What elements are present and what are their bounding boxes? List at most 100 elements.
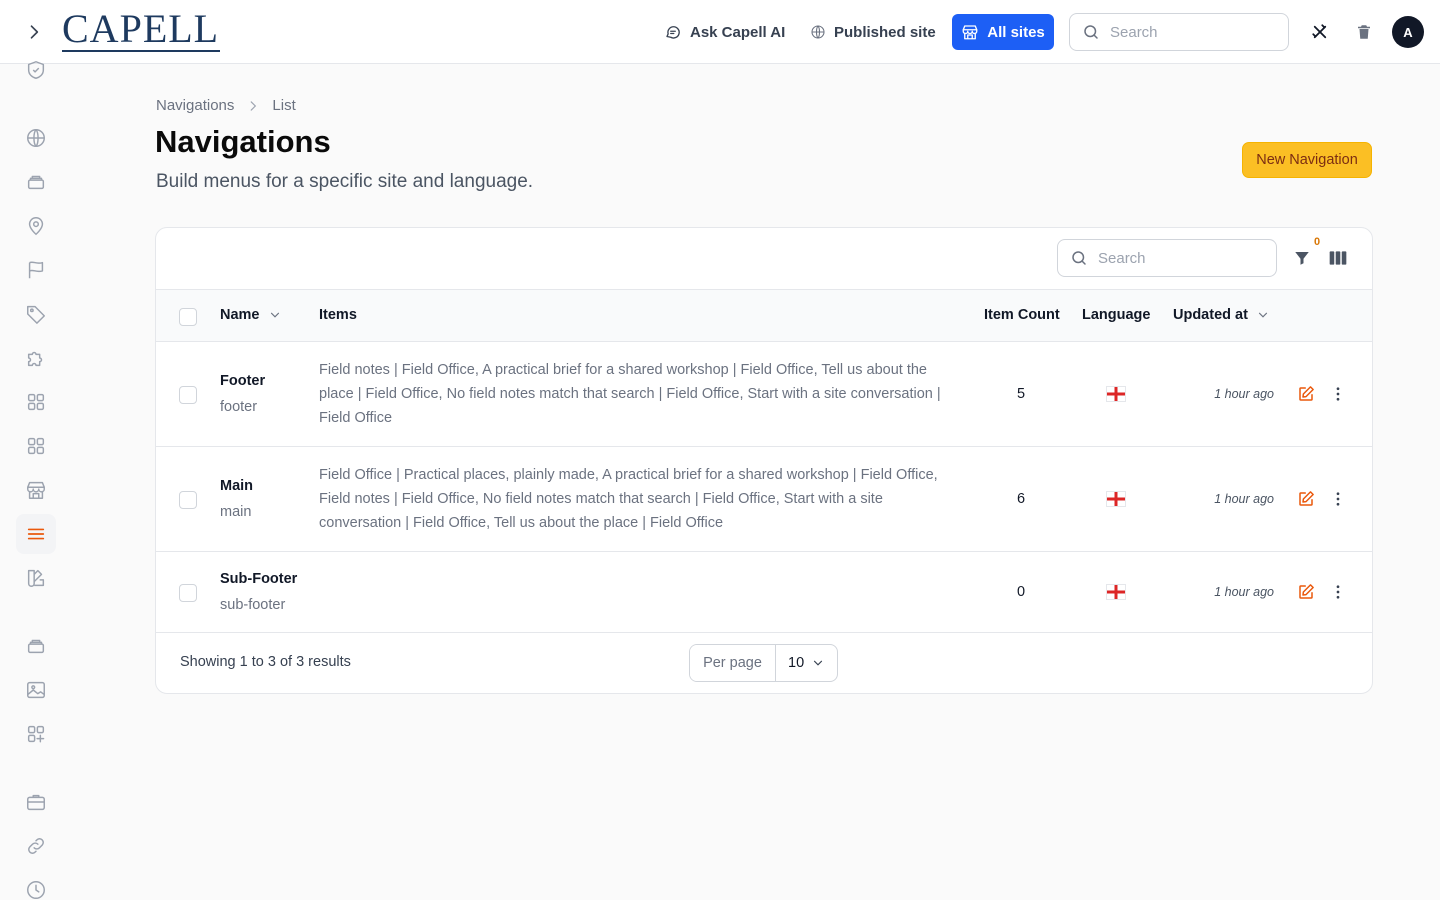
row-updated-at: 1 hour ago <box>1214 585 1274 599</box>
sidebar-item-archive[interactable] <box>16 626 56 666</box>
column-name-label: Name <box>220 307 260 323</box>
row-updated-at: 1 hour ago <box>1214 492 1274 506</box>
row-checkbox[interactable] <box>179 584 197 602</box>
per-page-value: 10 <box>788 655 805 671</box>
sidebar-item-sites[interactable] <box>16 118 56 158</box>
tools-button[interactable] <box>1308 20 1332 44</box>
filter-button[interactable] <box>1290 246 1314 270</box>
sidebar-item-apps[interactable] <box>16 714 56 754</box>
link-icon <box>28 838 44 854</box>
england-flag-icon <box>1106 491 1126 507</box>
edit-button[interactable] <box>1296 489 1316 509</box>
chevron-down-icon <box>1258 312 1268 318</box>
sidebar-item-themes[interactable] <box>16 558 56 598</box>
sidebar-item-extensions[interactable] <box>16 338 56 378</box>
grid-plus-icon <box>27 725 45 743</box>
column-language-label: Language <box>1082 307 1151 323</box>
column-toggle-button[interactable] <box>1326 246 1350 270</box>
sidebar-item-media[interactable] <box>16 670 56 710</box>
per-page-control: Per page 10 <box>689 644 838 682</box>
page-subtitle: Build menus for a specific site and lang… <box>156 171 534 192</box>
published-site-link[interactable]: Published site <box>810 20 936 44</box>
edit-button[interactable] <box>1296 384 1316 404</box>
global-search-input[interactable] <box>1110 23 1270 41</box>
expand-sidebar-button[interactable] <box>22 20 46 44</box>
column-item-count-label: Item Count <box>984 307 1060 323</box>
top-bar: CAPELL Ask Capell AI Published site All … <box>0 0 1440 64</box>
sidebar-item-flags[interactable] <box>16 250 56 290</box>
column-items-label: Items <box>319 307 357 323</box>
table-row[interactable]: Footer footer Field notes | Field Office… <box>156 342 1372 447</box>
logo[interactable]: CAPELL <box>62 8 220 52</box>
row-name: Sub-Footer <box>220 571 298 587</box>
sidebar-item-locations[interactable] <box>16 206 56 246</box>
globe-icon <box>811 25 825 39</box>
england-flag-icon <box>1106 386 1126 402</box>
row-checkbox[interactable] <box>179 491 197 509</box>
breadcrumb-list[interactable]: List <box>272 97 295 114</box>
table-row[interactable]: Sub-Footer sub-footer 0 1 hour ago <box>156 552 1372 633</box>
puzzle-icon <box>27 351 43 367</box>
grid-icon <box>27 393 45 411</box>
more-actions-button[interactable] <box>1328 384 1348 404</box>
column-header-updated-at[interactable]: Updated at <box>1173 307 1270 323</box>
edit-icon <box>1299 584 1314 599</box>
column-header-name[interactable]: Name <box>220 307 282 323</box>
globe-icon <box>27 129 45 147</box>
sidebar-item-tags[interactable] <box>16 294 56 334</box>
sidebar-item-components[interactable] <box>16 426 56 466</box>
sidebar-item-blocks[interactable] <box>16 382 56 422</box>
global-search <box>1069 13 1289 51</box>
ask-ai-button[interactable]: Ask Capell AI <box>664 20 785 44</box>
column-header-items: Items <box>319 307 357 323</box>
sidebar-item-business[interactable] <box>16 782 56 822</box>
storefront-icon <box>962 25 978 40</box>
column-header-item-count: Item Count <box>984 307 1060 323</box>
row-checkbox[interactable] <box>179 386 197 404</box>
row-name: Footer <box>220 373 266 389</box>
trash-button[interactable] <box>1352 20 1376 44</box>
user-avatar[interactable]: A <box>1392 16 1424 48</box>
sidebar-item-stores[interactable] <box>16 470 56 510</box>
results-summary: Showing 1 to 3 of 3 results <box>180 654 351 670</box>
all-sites-button[interactable]: All sites <box>952 14 1054 50</box>
all-sites-label: All sites <box>987 23 1045 41</box>
flag-icon <box>28 261 44 279</box>
row-item-count: 6 <box>1016 491 1026 507</box>
chat-icon <box>666 26 680 39</box>
sidebar-item-navigations[interactable] <box>16 514 56 554</box>
row-item-count: 5 <box>1016 386 1026 402</box>
new-navigation-button[interactable]: New Navigation <box>1242 142 1372 178</box>
row-items: Field Office | Practical places, plainly… <box>319 467 938 531</box>
table-row[interactable]: Main main Field Office | Practical place… <box>156 447 1372 552</box>
filter-count-badge: 0 <box>1314 236 1321 248</box>
map-pin-icon <box>28 217 44 236</box>
layers-icon <box>27 175 45 190</box>
swatch-icon <box>27 569 45 587</box>
more-actions-button[interactable] <box>1328 582 1348 602</box>
sidebar-item-links[interactable] <box>16 826 56 866</box>
chevron-down-icon <box>270 312 279 318</box>
table-header: Name Items Item Count Language Updated a… <box>156 289 1372 342</box>
per-page-label: Per page <box>690 645 776 681</box>
menu-icon <box>27 528 45 540</box>
per-page-select[interactable]: 10 <box>776 645 837 681</box>
breadcrumb: Navigations List <box>156 97 296 114</box>
breadcrumb-navigations[interactable]: Navigations <box>156 97 234 114</box>
published-site-label: Published site <box>834 23 936 41</box>
chevron-right-icon <box>251 100 257 111</box>
sidebar-item-collections[interactable] <box>16 162 56 202</box>
more-actions-button[interactable] <box>1328 489 1348 509</box>
edit-button[interactable] <box>1296 582 1316 602</box>
select-all-checkbox[interactable] <box>179 308 197 326</box>
row-updated-at: 1 hour ago <box>1214 387 1274 401</box>
more-vertical-icon <box>1336 492 1340 506</box>
column-updated-at-label: Updated at <box>1173 307 1248 323</box>
search-icon <box>1084 25 1098 39</box>
sidebar-item-history[interactable] <box>16 870 56 900</box>
table-search-input[interactable] <box>1098 249 1258 267</box>
row-item-count: 0 <box>1016 584 1026 600</box>
more-vertical-icon <box>1336 585 1340 599</box>
column-header-language: Language <box>1082 307 1150 323</box>
sidebar-item-shield[interactable] <box>16 50 56 90</box>
